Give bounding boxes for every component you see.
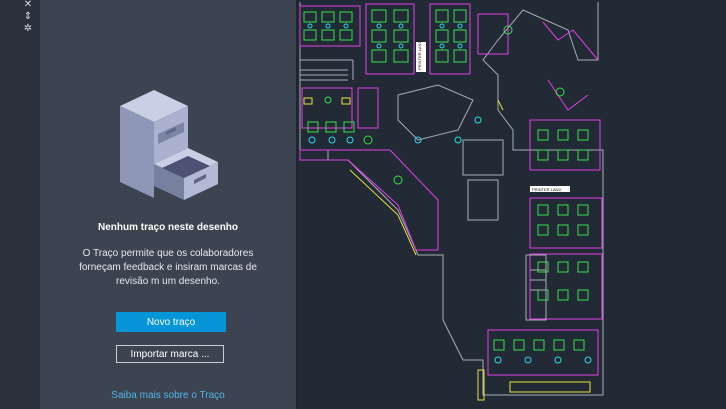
building-core	[300, 69, 547, 321]
door-swings	[303, 97, 591, 401]
printer-land-label: PRINTER LAND	[417, 41, 422, 70]
furniture	[303, 9, 589, 351]
chairs	[307, 23, 592, 364]
palette-toolstrip: ✕ ⇕ ✲	[0, 0, 41, 409]
settings-icon[interactable]: ✲	[22, 24, 34, 34]
printer-label-group: PRINTER LAND PRINTER LAND	[416, 41, 570, 192]
close-icon[interactable]: ✕	[22, 0, 34, 10]
drawing-canvas[interactable]: PRINTER LAND PRINTER LAND	[298, 0, 726, 409]
file-cabinet-icon	[120, 90, 218, 200]
empty-state-title: Nenhum traço neste desenho	[97, 222, 239, 233]
printer-land-label: PRINTER LAND	[532, 187, 561, 192]
pin-icon[interactable]: ⇕	[22, 12, 34, 22]
new-trace-button[interactable]: Novo traço	[116, 312, 226, 332]
empty-state-description: O Traço permite que os colaboradores for…	[79, 248, 257, 287]
import-markup-button[interactable]: Importar marca ...	[116, 345, 224, 363]
app-window: ✕ ⇕ ✲ Nenhum traço neste desenho O Traço…	[0, 0, 726, 409]
floor-plan-drawing[interactable]: PRINTER LAND PRINTER LAND	[298, 0, 726, 409]
learn-more-link[interactable]: Saiba mais sobre o Traço	[40, 390, 296, 401]
